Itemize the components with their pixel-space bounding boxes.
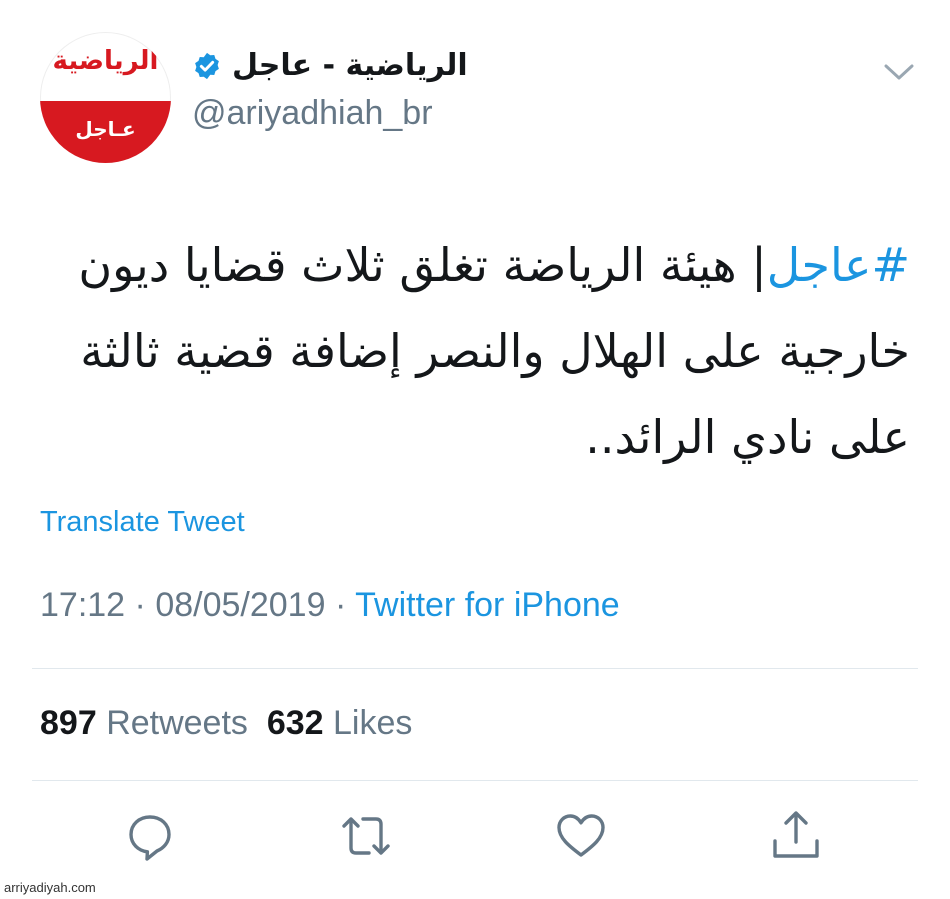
reply-button[interactable] [122, 808, 178, 864]
meta-separator: · [134, 586, 146, 624]
heart-icon [557, 814, 605, 857]
divider [32, 668, 918, 669]
tweet-actions [0, 808, 950, 868]
avatar[interactable]: الرياضية عـاجل [40, 32, 171, 163]
avatar-brand-logo: الرياضية [52, 46, 160, 76]
retweets-stat[interactable]: 897 Retweets [40, 704, 248, 742]
divider [32, 780, 918, 781]
share-icon [773, 811, 819, 858]
retweet-icon [342, 817, 390, 855]
tweet-stats: 897 Retweets 632 Likes [40, 704, 412, 743]
likes-count: 632 [266, 704, 324, 742]
likes-label: Likes [333, 704, 413, 742]
verified-badge-icon [195, 52, 219, 79]
display-name-text: الرياضية - عاجل [232, 48, 468, 83]
retweets-label: Retweets [106, 704, 248, 742]
user-handle[interactable]: @ariyadhiah_br [192, 94, 433, 133]
share-button[interactable] [768, 808, 824, 864]
tweet-date: 08/05/2019 [155, 586, 326, 624]
tweet-meta: 17:12 · 08/05/2019 · Twitter for iPhone [40, 586, 620, 625]
likes-stat[interactable]: 632 Likes [267, 704, 413, 742]
tweet-source-link[interactable]: Twitter for iPhone [355, 586, 620, 624]
tweet-text: #عاجل| هيئة الرياضة تغلق ثلاث قضايا ديون… [40, 222, 910, 480]
display-name[interactable]: الرياضية - عاجل [192, 48, 468, 83]
tweet-detail-view: الرياضية عـاجل الرياضية - عاجل @ariyadhi… [0, 0, 950, 899]
avatar-label: عـاجل [40, 101, 171, 163]
like-button[interactable] [553, 808, 609, 864]
chevron-down-icon[interactable] [882, 60, 916, 84]
retweet-button[interactable] [338, 808, 394, 864]
watermark: arriyadiyah.com [4, 880, 96, 895]
hashtag-link[interactable]: #عاجل [767, 238, 910, 292]
retweets-count: 897 [40, 704, 97, 742]
translate-tweet-link[interactable]: Translate Tweet [40, 506, 245, 539]
meta-separator: · [334, 586, 347, 624]
tweet-time: 17:12 [40, 586, 126, 624]
reply-icon [129, 815, 171, 861]
